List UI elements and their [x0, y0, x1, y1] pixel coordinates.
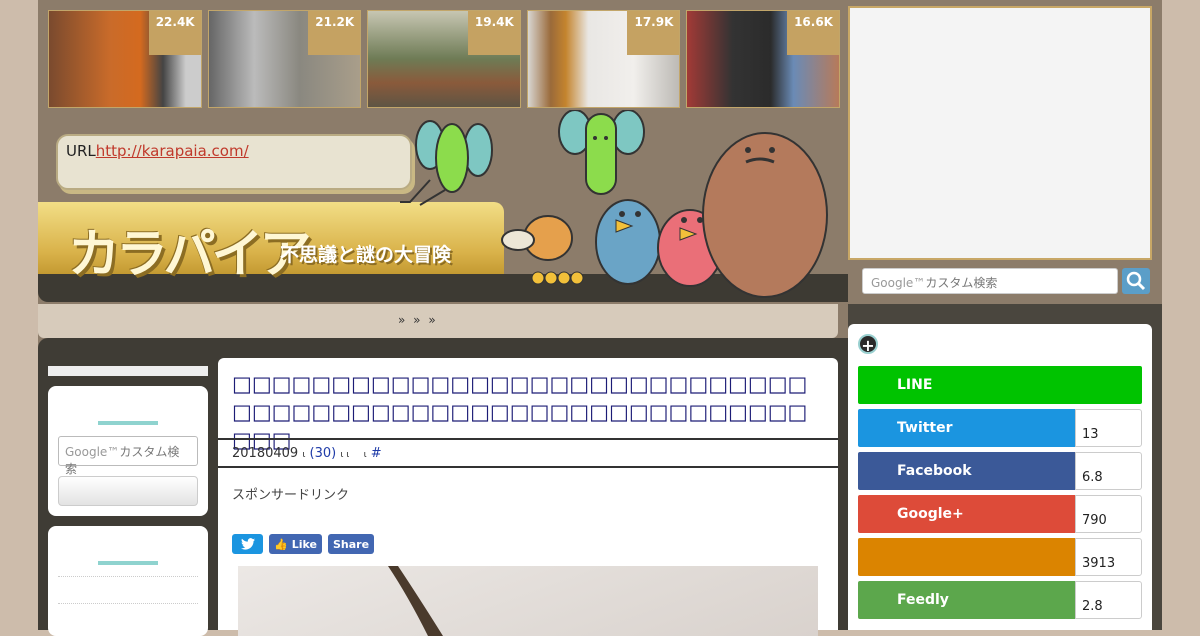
share-row-twitter[interactable]: Twitter 13 [858, 409, 1142, 447]
google-logo-text: Google™ [871, 276, 926, 290]
url-bubble: URLhttp://karapaia.com/ [56, 134, 412, 190]
site-url-link[interactable]: http://karapaia.com/ [96, 142, 249, 160]
sidebar-heading-bar [98, 561, 158, 565]
comment-count[interactable]: (30) [310, 446, 337, 461]
like-label: Like [291, 537, 317, 551]
share-label: Facebook [858, 452, 1075, 490]
google-search-input[interactable]: Google™カスタム検索 [862, 268, 1118, 294]
thumbnail-count: 22.4K [148, 11, 201, 55]
facebook-like-button[interactable]: 👍 Like [269, 534, 322, 554]
google-search-placeholder: カスタム検索 [925, 276, 998, 290]
search-icon [1126, 271, 1146, 291]
thumbnail-count: 16.6K [786, 11, 839, 55]
article-meta: 20180409 ι (30) ι ι ι # [218, 438, 838, 468]
share-panel: + LINE Twitter 13 Facebook 6.8 Google+ 7… [848, 324, 1152, 630]
thumbnail-count: 21.2K [308, 11, 361, 55]
share-count: 790 [1075, 495, 1142, 533]
search-button[interactable] [1122, 268, 1150, 294]
thumbnail-5[interactable]: 16.6K [686, 10, 840, 108]
tag-link[interactable]: # [371, 446, 382, 461]
thumbnail-count: 17.9K [627, 11, 680, 55]
plus-icon[interactable]: + [858, 334, 878, 355]
divider [58, 576, 198, 577]
sidebar-box-2 [48, 526, 208, 636]
nav-links[interactable]: » » » [398, 313, 438, 327]
thumbnail-3[interactable]: 19.4K [367, 10, 521, 108]
share-row-line[interactable]: LINE [858, 366, 1142, 404]
share-row-facebook[interactable]: Facebook 6.8 [858, 452, 1142, 490]
thumbnail-1[interactable]: 22.4K [48, 10, 202, 108]
google-logo-text: Google™ [65, 445, 120, 459]
share-count: 6.8 [1075, 452, 1142, 490]
url-prefix: URL [66, 142, 96, 160]
article: □□□□□□□□□□□□□□□□□□□□□□□□□□□□□□□□□□□□□□□□… [218, 358, 838, 636]
share-row-googleplus[interactable]: Google+ 790 [858, 495, 1142, 533]
share-row-hatena[interactable]: 3913 [858, 538, 1142, 576]
share-count: 13 [1075, 409, 1142, 447]
share-label [858, 538, 1075, 576]
article-share-buttons: 👍 Like Share [232, 534, 374, 554]
logo-title: カラパイア [68, 225, 311, 285]
sponsor-label: スポンサードリンク [232, 488, 350, 503]
twitter-icon [240, 538, 255, 550]
share-label: Share [332, 537, 370, 551]
sidebar-top-strip [48, 366, 208, 376]
share-label: LINE [858, 366, 1142, 404]
mascot-illustration [400, 110, 828, 298]
sidebar-heading-bar [98, 421, 158, 425]
divider [58, 603, 198, 604]
sidebar-search-button[interactable] [58, 476, 198, 506]
thumbs-up-icon: 👍 [274, 537, 288, 551]
ad-slot [848, 6, 1152, 260]
article-image [238, 566, 818, 636]
tweet-button[interactable] [232, 534, 263, 554]
share-row-feedly[interactable]: Feedly 2.8 [858, 581, 1142, 619]
thumbnail-count: 19.4K [467, 11, 520, 55]
thumbnail-2[interactable]: 21.2K [207, 10, 362, 108]
popular-thumbnails: 22.4K 21.2K 19.4K 17.9K 16.6K [48, 10, 840, 108]
share-label: Twitter [858, 409, 1075, 447]
global-nav: » » » [38, 304, 838, 338]
thumbnail-4[interactable]: 17.9K [526, 10, 681, 108]
share-count: 2.8 [1075, 581, 1142, 619]
facebook-share-button[interactable]: Share [328, 534, 374, 554]
share-count: 3913 [1075, 538, 1142, 576]
article-image-content [388, 566, 443, 636]
share-label: Google+ [858, 495, 1075, 533]
sidebar-search-input[interactable]: Google™カスタム検索 [58, 436, 198, 476]
article-date: 20180409 [232, 446, 299, 461]
share-label: Feedly [858, 581, 1075, 619]
